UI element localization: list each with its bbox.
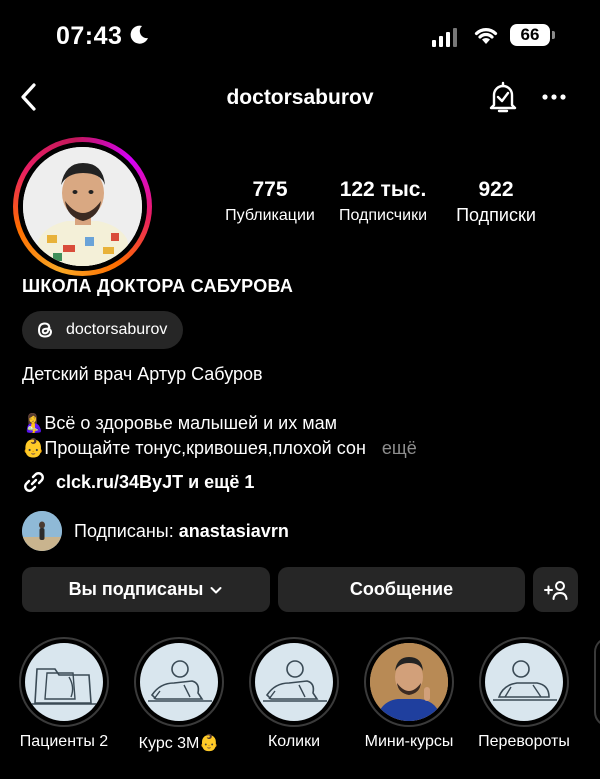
wifi-icon (474, 28, 498, 44)
moon-icon (130, 25, 148, 44)
highlight-label: Курс 3М👶 (138, 735, 220, 752)
profile-full-name: ШКОЛА ДОКТОРА САБУРОВА (22, 276, 294, 296)
following-count: 922 (478, 178, 514, 201)
status-time: 07:43 (56, 22, 123, 50)
highlight-colic[interactable] (249, 637, 339, 727)
highlight-label: Мини-курсы (364, 733, 454, 750)
doctor-photo (370, 643, 448, 721)
crawling-baby-sketch-icon (140, 643, 218, 721)
highlight-rolling-over[interactable] (479, 637, 569, 727)
followers-label: Подписчики (338, 207, 427, 224)
highlight-partial[interactable] (594, 637, 600, 727)
folder-sketch-icon (25, 643, 103, 721)
highlight-label: Перевороты (478, 733, 570, 750)
crawling-baby-sketch-icon (255, 643, 333, 721)
stat-followers[interactable]: 122 тыс. Подписчики (328, 178, 438, 225)
threads-handle: doctorsaburov (66, 321, 168, 338)
cellular-signal-icon (432, 28, 457, 47)
bio-line-1: Детский врач Артур Сабуров (22, 364, 263, 384)
add-person-icon (543, 580, 567, 600)
bio-more-link[interactable]: ещё (382, 438, 417, 458)
bio-line-3: 👶Прощайте тонус,кривошея,плохой сон ещё (22, 438, 417, 459)
stat-following[interactable]: 922 Подписки (444, 178, 548, 226)
profile-link[interactable]: clck.ru/34ByJT и ещё 1 (22, 470, 254, 494)
posts-count: 775 (252, 178, 288, 201)
suggested-people-button[interactable] (533, 567, 578, 612)
chevron-down-icon (210, 586, 222, 593)
message-button-label: Сообщение (349, 579, 454, 599)
mutual-follower-username: anastasiavrn (178, 520, 289, 541)
threads-badge[interactable]: doctorsaburov (22, 311, 184, 349)
stat-posts[interactable]: 775 Публикации (218, 178, 322, 225)
status-bar: 07:43 66 (0, 0, 600, 70)
battery-tip (552, 31, 555, 39)
mutual-follower-avatar (22, 511, 62, 551)
posts-label: Публикации (225, 207, 315, 224)
more-options-icon[interactable] (538, 84, 570, 110)
followers-count: 122 тыс. (339, 178, 427, 201)
bio-line-2: 🤱Всё о здоровье малышей и их мам (22, 413, 337, 433)
highlight-label: Колики (267, 733, 321, 750)
highlight-mini-courses[interactable] (364, 637, 454, 727)
highlight-course[interactable] (134, 637, 224, 727)
profile-avatar-story-ring[interactable] (13, 137, 152, 276)
mutual-followers[interactable]: Подписаны: anastasiavrn (22, 511, 289, 551)
mutual-followers-text: Подписаны: anastasiavrn (74, 520, 289, 541)
highlight-patients[interactable] (19, 637, 109, 727)
avatar (23, 147, 142, 266)
following-button[interactable]: Вы подписаны (22, 567, 270, 612)
following-button-label: Вы подписаны (68, 579, 204, 599)
notification-bell-icon[interactable] (486, 80, 520, 114)
link-icon (24, 472, 44, 492)
battery-icon: 66 (510, 24, 550, 46)
message-button[interactable]: Сообщение (278, 567, 525, 612)
threads-icon (37, 322, 53, 338)
following-label: Подписки (456, 205, 536, 225)
crawling-baby-sketch-icon (485, 643, 563, 721)
bio-line-3-text: 👶Прощайте тонус,кривошея,плохой сон (22, 438, 366, 458)
profile-link-text: clck.ru/34ByJT и ещё 1 (56, 471, 255, 492)
highlight-label: Пациенты 2 (19, 733, 109, 750)
